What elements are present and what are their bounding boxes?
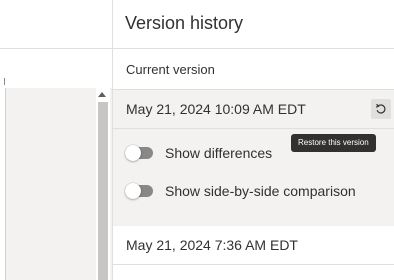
show-differences-toggle[interactable] bbox=[125, 145, 153, 161]
version-history-panel: Version history Current version May 21, … bbox=[113, 0, 394, 280]
ruler-tick bbox=[4, 78, 5, 85]
scroll-up-arrow-icon[interactable] bbox=[98, 92, 106, 97]
current-version-date: May 21, 2024 10:09 AM EDT bbox=[126, 101, 306, 117]
scrollbar-thumb[interactable] bbox=[98, 102, 108, 280]
side-by-side-option: Show side-by-side comparison bbox=[125, 182, 356, 200]
document-area bbox=[0, 0, 113, 280]
vertical-scrollbar[interactable] bbox=[96, 88, 110, 280]
side-by-side-toggle[interactable] bbox=[125, 183, 153, 199]
document-canvas bbox=[0, 88, 112, 280]
show-differences-option: Show differences bbox=[125, 144, 272, 162]
document-page bbox=[0, 88, 6, 280]
document-toolbar bbox=[0, 0, 112, 49]
version-date: May 21, 2024 7:36 AM EDT bbox=[126, 237, 298, 253]
panel-title: Version history bbox=[125, 13, 244, 33]
divider bbox=[113, 48, 394, 49]
toggle-knob bbox=[125, 183, 141, 199]
restore-tooltip: Restore this version bbox=[291, 134, 376, 152]
restore-version-button[interactable] bbox=[371, 99, 391, 119]
restore-icon bbox=[375, 103, 386, 114]
ruler bbox=[0, 75, 112, 87]
app-window: Version history Current version May 21, … bbox=[0, 0, 394, 280]
current-version-label: Current version bbox=[126, 62, 215, 77]
current-version-card: May 21, 2024 10:09 AM EDT Restore this v… bbox=[113, 89, 394, 226]
toggle-label: Show differences bbox=[165, 145, 273, 161]
toggle-knob bbox=[125, 145, 141, 161]
version-list-item[interactable]: May 21, 2024 7:36 AM EDT bbox=[113, 226, 394, 265]
toggle-label: Show side-by-side comparison bbox=[165, 183, 356, 199]
divider bbox=[113, 128, 394, 129]
